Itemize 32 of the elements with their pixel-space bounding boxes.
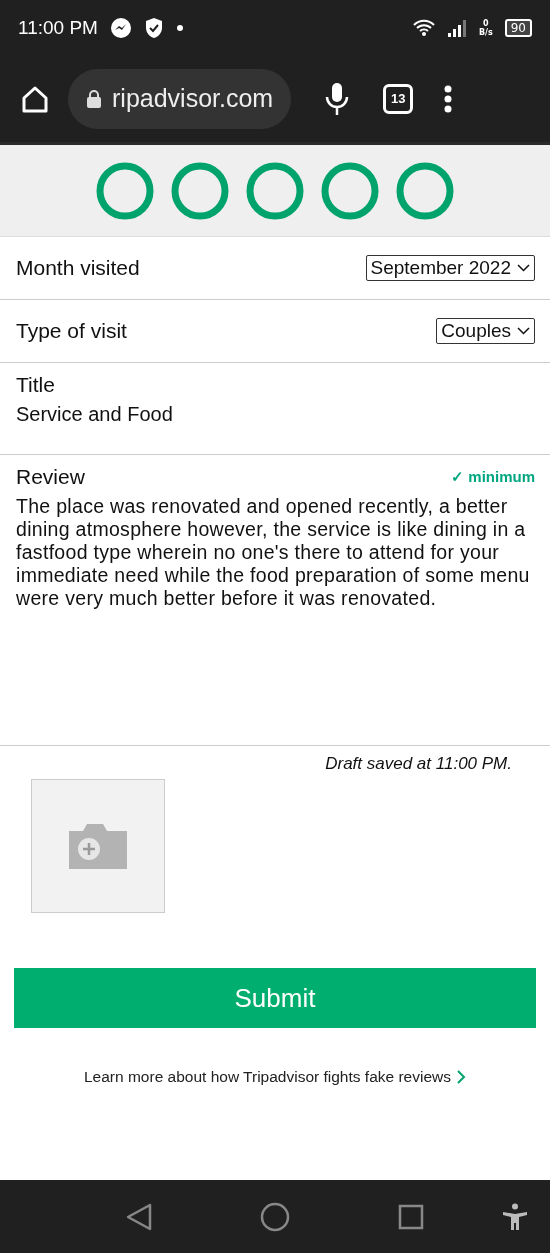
address-bar[interactable]: ripadvisor.com (68, 68, 292, 129)
draft-status: Draft saved at 11:00 PM. (324, 753, 513, 774)
chevron-down-icon (517, 264, 530, 272)
chevron-right-icon (457, 1070, 466, 1084)
rating-bubble[interactable] (321, 161, 379, 220)
rating-bubble[interactable] (246, 161, 304, 220)
wifi-icon (412, 18, 435, 37)
clock: 11:00 PM (18, 16, 98, 39)
field-label: Type of visit (16, 319, 127, 343)
lock-icon (86, 88, 102, 109)
field-label: Review (16, 465, 85, 489)
field-label: Month visited (16, 256, 140, 280)
field-label: Title (16, 373, 56, 397)
learn-more-link[interactable]: Learn more about how Tripadvisor fights fake reviews (84, 1068, 466, 1086)
rating-bubble[interactable] (396, 161, 454, 220)
minimum-indicator: ✓ minimum (451, 468, 535, 486)
dropdown[interactable]: Couples (436, 318, 535, 344)
title-field[interactable]: Service and Food (16, 403, 535, 426)
tab-count-button[interactable]: 13 (383, 83, 414, 114)
messenger-icon (109, 16, 132, 39)
signal-icon (446, 18, 467, 37)
battery-icon: 90 (504, 18, 532, 37)
shield-icon (143, 16, 164, 39)
dropdown[interactable]: September 2022 (365, 255, 535, 281)
microphone-icon[interactable] (325, 81, 350, 116)
chevron-down-icon (517, 327, 530, 335)
data-rate: 0 B/s (478, 18, 493, 37)
review-field[interactable]: The place was renovated and opened recently, a better dining atmosphere however, the service is like dining in a fastfood type wherein no one's there to attend for your immediate need while the food preparation of some menu were very much better before it was renovated. (16, 495, 535, 610)
rating-bubble[interactable] (96, 161, 154, 220)
rating-bubble[interactable] (171, 161, 229, 220)
menu-icon[interactable] (443, 84, 454, 113)
dot-icon (175, 23, 184, 32)
